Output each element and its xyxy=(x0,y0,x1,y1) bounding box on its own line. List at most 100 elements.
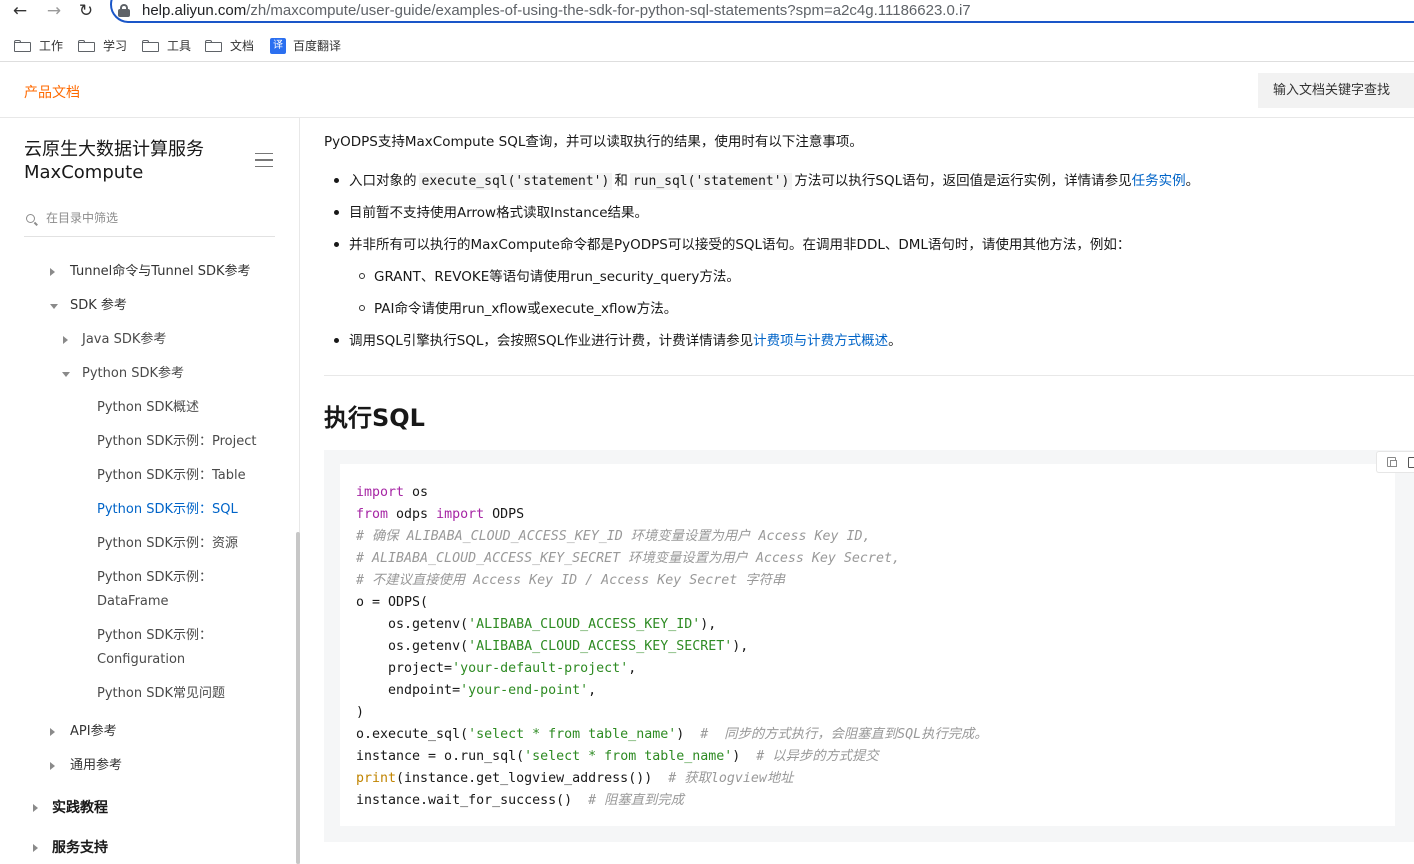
code-comment: # 同步的方式执行，会阻塞直到SQL执行完成。 xyxy=(700,727,988,742)
caret-down-icon[interactable] xyxy=(50,304,58,309)
code-function: print xyxy=(356,771,397,786)
bullet-arrow: 目前暂不支持使用Arrow格式读取Instance结果。 xyxy=(334,201,648,221)
code-line: project='your-default-project', xyxy=(356,658,988,680)
code-string: 'select * from table_name' xyxy=(524,749,733,764)
product-docs-link[interactable]: 产品文档 xyxy=(24,82,80,102)
reload-icon[interactable]: ↻ xyxy=(74,1,98,21)
caret-right-icon[interactable] xyxy=(50,268,55,276)
toc-item-python-sdk-table[interactable]: Python SDK示例：Table xyxy=(97,464,246,488)
caret-down-icon[interactable] xyxy=(62,372,70,377)
code-keyword: import xyxy=(356,485,405,500)
code-token: os xyxy=(404,485,429,500)
code-string: 'ALIBABA_CLOUD_ACCESS_KEY_ID' xyxy=(468,617,701,632)
code-line: # 不建议直接使用 Access Key ID / Access Key Sec… xyxy=(356,570,988,592)
code-text[interactable]: import os from odps import ODPS # 确保 ALIBA… xyxy=(356,482,988,812)
code-string: 'your-end-point' xyxy=(460,683,589,698)
folder-icon xyxy=(14,39,31,52)
site-header: 产品文档 输入文档关键字查找 xyxy=(0,63,1414,118)
toc-item-python-sdk-resource[interactable]: Python SDK示例：资源 xyxy=(97,532,238,556)
code-token: (instance.get_logview_address()) xyxy=(396,771,669,786)
toc-filter-input[interactable] xyxy=(46,211,266,225)
toc-item-api-reference[interactable]: API参考 xyxy=(70,720,117,744)
sub-bullet-pai: PAI命令请使用run_xflow或execute_xflow方法。 xyxy=(334,297,677,317)
code-string: 'ALIBABA_CLOUD_ACCESS_KEY_SECRET' xyxy=(468,639,733,654)
forward-button[interactable]: → xyxy=(42,1,66,21)
code-line: from odps import ODPS xyxy=(356,504,988,526)
toc-item-python-sdk-sql[interactable]: Python SDK示例：SQL xyxy=(97,498,238,522)
toc-item-python-sdk-configuration[interactable]: Python SDK示例： Configuration xyxy=(97,624,212,672)
menu-icon[interactable] xyxy=(255,153,273,167)
inline-code: run_sql('statement') xyxy=(629,173,793,190)
code-token: ), xyxy=(732,639,749,654)
code-line: ) xyxy=(356,702,988,724)
code-line: instance.wait_for_success() # 阻塞直到完成 xyxy=(356,790,988,812)
code-token: project= xyxy=(356,661,453,676)
caret-right-icon[interactable] xyxy=(33,844,38,852)
intro-paragraph: PyODPS支持MaxCompute SQL查询，并可以读取执行的结果，使用时有… xyxy=(324,134,863,150)
bullet-execute-sql: 入口对象的 execute_sql('statement') 和 run_sql('s… xyxy=(334,169,1199,190)
code-comment: # 确保 ALIBABA_CLOUD_ACCESS_KEY_ID 环境变量设置为… xyxy=(356,529,871,544)
back-button[interactable]: ← xyxy=(8,1,32,21)
code-token: ) xyxy=(356,705,365,720)
code-token: instance = o.run_sql( xyxy=(356,749,525,764)
code-keyword: from xyxy=(356,507,389,522)
code-token: , xyxy=(628,661,637,676)
code-line: import os xyxy=(356,482,988,504)
sidebar-scrollbar[interactable] xyxy=(296,532,300,864)
code-line: os.getenv('ALIBABA_CLOUD_ACCESS_KEY_ID')… xyxy=(356,614,988,636)
billing-link[interactable]: 计费项与计费方式概述 xyxy=(753,333,888,349)
sidebar: 云原生大数据计算服务 MaxCompute Tunnel命令与Tunnel SD… xyxy=(0,118,300,864)
bookmark-docs[interactable]: 文档 xyxy=(205,37,254,54)
code-token: ODPS xyxy=(484,507,525,522)
caret-right-icon[interactable] xyxy=(50,762,55,770)
code-token: o = ODPS( xyxy=(356,595,429,610)
translate-icon: 译 xyxy=(270,37,286,54)
code-comment: # ALIBABA_CLOUD_ACCESS_KEY_SECRET 环境变量设置… xyxy=(356,551,900,566)
code-comment: # 不建议直接使用 Access Key ID / Access Key Sec… xyxy=(356,573,786,588)
caret-right-icon[interactable] xyxy=(33,804,38,812)
code-block: import os from odps import ODPS # 确保 ALIBA… xyxy=(324,450,1414,842)
browser-toolbar: ← → ↻ help.aliyun.com/zh/maxcompute/user… xyxy=(0,0,1414,29)
toc-item-python-sdk-faq[interactable]: Python SDK常见问题 xyxy=(97,682,225,706)
code-token: ) xyxy=(732,749,757,764)
url-text[interactable]: help.aliyun.com/zh/maxcompute/user-guide… xyxy=(142,2,971,19)
caret-right-icon[interactable] xyxy=(50,728,55,736)
bookmark-tools[interactable]: 工具 xyxy=(142,37,191,54)
code-token: o.execute_sql( xyxy=(356,727,469,742)
toc-item-sdk-reference[interactable]: SDK 参考 xyxy=(70,294,127,318)
bookmark-work[interactable]: 工作 xyxy=(14,37,63,54)
toc-item-support[interactable]: 服务支持 xyxy=(52,836,108,860)
bookmark-baidu-translate[interactable]: 译 百度翻译 xyxy=(270,37,341,54)
toc-item-python-sdk-dataframe[interactable]: Python SDK示例： DataFrame xyxy=(97,566,212,614)
toc-item-python-sdk-overview[interactable]: Python SDK概述 xyxy=(97,396,199,420)
task-instance-link[interactable]: 任务实例 xyxy=(1132,173,1186,189)
doc-search-button[interactable]: 输入文档关键字查找 xyxy=(1258,73,1414,108)
code-token: ), xyxy=(700,617,717,632)
toc-item-general-reference[interactable]: 通用参考 xyxy=(70,754,122,778)
code-token: endpoint= xyxy=(356,683,461,698)
toc-item-tutorials[interactable]: 实践教程 xyxy=(52,796,108,820)
lock-icon[interactable] xyxy=(118,4,130,17)
toc-item-java-sdk[interactable]: Java SDK参考 xyxy=(82,328,166,352)
main-content: PyODPS支持MaxCompute SQL查询，并可以读取执行的结果，使用时有… xyxy=(301,118,1414,864)
code-token: os.getenv( xyxy=(356,617,469,632)
code-token: , xyxy=(588,683,597,698)
code-token: instance.wait_for_success() xyxy=(356,793,589,808)
toc-item-python-sdk-project[interactable]: Python SDK示例：Project xyxy=(97,430,256,454)
copy-icon[interactable] xyxy=(1376,451,1414,473)
search-icon xyxy=(26,214,35,223)
code-comment: # 以异步的方式提交 xyxy=(756,749,879,764)
toc-item-python-sdk[interactable]: Python SDK参考 xyxy=(82,362,184,386)
inline-code: execute_sql('statement') xyxy=(418,173,613,190)
bullet-billing: 调用SQL引擎执行SQL，会按照SQL作业进行计费，计费详情请参见计费项与计费方… xyxy=(334,329,902,349)
toc-filter xyxy=(24,208,275,237)
bookmark-study[interactable]: 学习 xyxy=(78,37,127,54)
folder-icon xyxy=(205,39,222,52)
section-heading: 执行SQL xyxy=(324,404,425,432)
sidebar-title[interactable]: 云原生大数据计算服务 MaxCompute xyxy=(24,138,204,184)
bookmarks-bar: 工作 学习 工具 文档 译 百度翻译 xyxy=(0,29,1414,62)
toc-item-tunnel[interactable]: Tunnel命令与Tunnel SDK参考 xyxy=(70,260,251,284)
folder-icon xyxy=(78,39,95,52)
code-keyword: import xyxy=(436,507,485,522)
caret-right-icon[interactable] xyxy=(63,336,68,344)
